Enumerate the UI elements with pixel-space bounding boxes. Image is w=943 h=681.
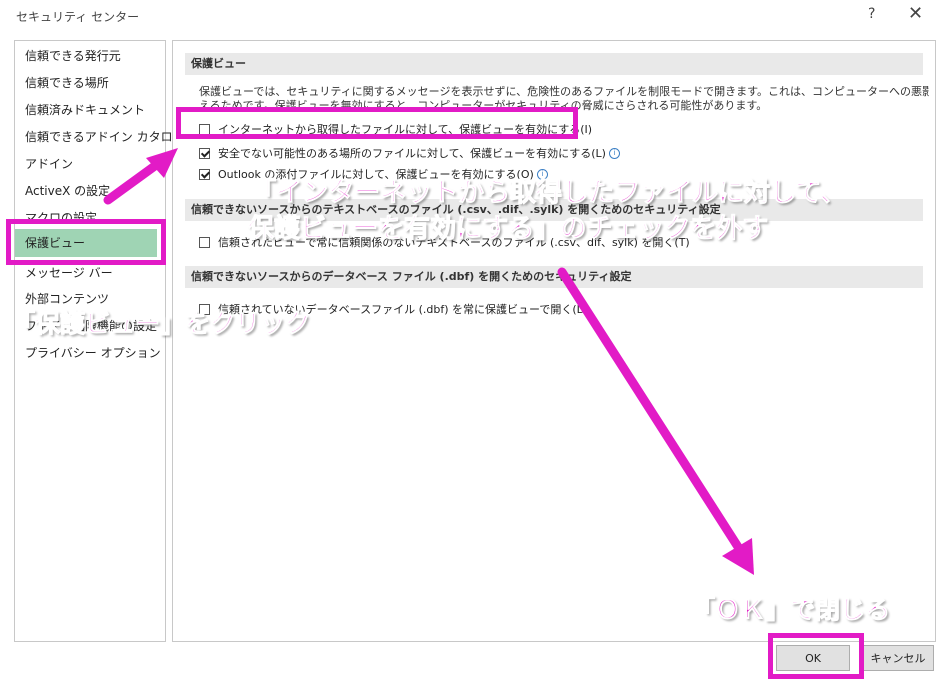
internet-files-checkbox[interactable] [199,123,210,135]
nav-item-external-content[interactable]: 外部コンテンツ [25,290,109,307]
nav-item-macro-settings[interactable]: マクロの設定 [25,209,97,226]
outlook-attachments-label[interactable]: Outlook の添付ファイルに対して、保護ビューを有効にする(O) [218,166,534,182]
dbf-files-label[interactable]: 信頼されていないデータベースファイル (.dbf) を常に保護ビューで開く(D) [218,301,589,317]
nav-item-activex-settings[interactable]: ActiveX の設定 [25,182,110,199]
nav-item-trusted-addin-catalogs[interactable]: 信頼できるアドイン カタログ [25,128,185,145]
nav-item-addins[interactable]: アドイン [25,155,73,172]
info-icon: i [608,147,620,159]
option-dbf-files-row[interactable]: 信頼されていないデータベースファイル (.dbf) を常に保護ビューで開く(D) [199,301,589,317]
internet-files-label[interactable]: インターネットから取得したファイルに対して、保護ビューを有効にする(I) [218,121,592,137]
nav-item-protected-view[interactable]: 保護ビュー [15,229,157,257]
protected-view-description-line2: えるためです。保護ビューを無効にすると、コンピューターがセキュリティの脅威にさら… [199,99,768,112]
nav-item-trusted-publishers[interactable]: 信頼できる発行元 [25,47,121,64]
close-icon[interactable]: ✕ [908,3,923,24]
unsafe-locations-label[interactable]: 安全でない可能性のある場所のファイルに対して、保護ビューを有効にする(L) [218,145,606,161]
title-bar: セキュリティ センター ? ✕ [0,0,943,32]
cancel-button[interactable]: キャンセル [862,645,934,671]
section-heading-dbf-files: 信頼できないソースからのデータベース ファイル (.dbf) を開くためのセキュ… [185,266,923,288]
section-heading-text-files: 信頼できないソースからのテキストベースのファイル (.csv、.dif、.syl… [185,199,923,221]
help-icon[interactable]: ? [868,6,875,22]
dbf-files-checkbox[interactable] [199,303,210,315]
settings-panel: 保護ビュー 保護ビューでは、セキュリティに関するメッセージを表示せずに、危険性の… [172,40,936,642]
text-files-checkbox[interactable] [199,236,210,248]
protected-view-description-line1: 保護ビューでは、セキュリティに関するメッセージを表示せずに、危険性のあるファイル… [199,85,929,98]
nav-item-trusted-documents[interactable]: 信頼済みドキュメント [25,101,145,118]
option-text-files-row[interactable]: 信頼されたビューで常に信頼関係のないテキストベースのファイル (.csv、dif… [199,234,690,250]
window-title: セキュリティ センター [16,10,140,24]
ok-button[interactable]: OK [776,645,850,671]
category-list: 信頼できる発行元 信頼できる場所 信頼済みドキュメント 信頼できるアドイン カタ… [14,40,185,642]
nav-item-file-block-settings[interactable]: ファイル制限機能の設定 [25,317,157,334]
nav-item-privacy-options[interactable]: プライバシー オプション [25,344,161,361]
section-heading-protected-view: 保護ビュー [185,53,923,75]
option-outlook-attachments-row[interactable]: Outlook の添付ファイルに対して、保護ビューを有効にする(O) i [199,166,548,182]
option-internet-files-row[interactable]: インターネットから取得したファイルに対して、保護ビューを有効にする(I) [199,121,592,137]
unsafe-locations-checkbox[interactable] [199,147,210,159]
nav-item-trusted-locations[interactable]: 信頼できる場所 [25,74,109,91]
option-unsafe-locations-row[interactable]: 安全でない可能性のある場所のファイルに対して、保護ビューを有効にする(L) i [199,145,620,161]
info-icon: i [536,168,548,180]
nav-item-message-bar[interactable]: メッセージ バー [25,264,113,281]
outlook-attachments-checkbox[interactable] [199,168,210,180]
text-files-label[interactable]: 信頼されたビューで常に信頼関係のないテキストベースのファイル (.csv、dif… [218,234,690,250]
